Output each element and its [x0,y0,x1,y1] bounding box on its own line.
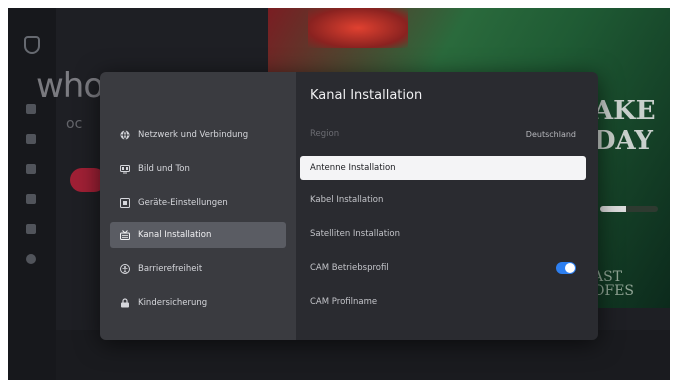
option-cam-profile-name[interactable]: CAM Profilname [300,290,586,314]
option-cable-installation[interactable]: Kabel Installation [300,188,586,212]
channel-installation-panel: Kanal Installation Region Deutschland An… [296,72,598,340]
library-icon [26,164,36,174]
region-value: Deutschland [525,129,576,139]
menu-item-label: Geräte-Einstellungen [138,198,228,208]
background-heading: who [36,66,104,106]
menu-item-device-settings[interactable]: Geräte-Einstellungen [110,190,286,216]
menu-item-label: Netzwerk und Verbindung [138,130,249,140]
option-satellite-installation[interactable]: Satelliten Installation [300,222,586,246]
menu-item-network[interactable]: Netzwerk und Verbindung [110,122,286,148]
lock-icon [120,298,130,308]
menu-item-picture-sound[interactable]: Bild und Ton [110,156,286,182]
menu-item-label: Kanal Installation [138,230,212,240]
cam-profile-toggle[interactable] [556,262,576,274]
menu-item-channel-installation[interactable]: Kanal Installation [110,222,286,248]
panel-title: Kanal Installation [310,88,423,103]
accessibility-icon [120,264,130,274]
option-label: CAM Profilname [310,297,378,307]
poster-highlight [308,8,408,48]
apps-icon [26,194,36,204]
option-antenna-installation[interactable]: Antenne Installation [300,156,586,180]
option-label: Kabel Installation [310,195,384,205]
settings-gear-icon [26,254,36,264]
poster-title: AKE DAY [593,96,656,156]
menu-item-label: Kindersicherung [138,298,208,308]
option-label: Region [310,129,340,139]
grid-icon [26,224,36,234]
poster-progress-fill [600,206,627,212]
globe-icon [120,130,130,140]
brand-logo-icon [24,36,40,54]
toggle-knob [565,263,575,273]
option-cam-operating-profile[interactable]: CAM Betriebsprofil [300,256,586,280]
rail-dot-icon [26,104,36,114]
background-subheading: oc [66,116,83,132]
picture-sound-icon [120,164,130,174]
antenna-icon [120,230,130,240]
settings-dialog: Netzwerk und Verbindung Bild und Ton Ger… [100,72,598,340]
option-region: Region Deutschland [300,122,586,146]
option-label: Satelliten Installation [310,229,400,239]
home-icon [26,134,36,144]
option-label: CAM Betriebsprofil [310,263,389,273]
device-settings-icon [120,198,130,208]
menu-item-label: Bild und Ton [138,164,190,174]
menu-item-accessibility[interactable]: Barrierefreiheit [110,256,286,282]
menu-item-label: Barrierefreiheit [138,264,203,274]
home-nav-rail [8,8,56,380]
poster-progress-bar [600,206,658,212]
poster-subtitle: AST OFES [593,269,635,299]
menu-item-parental-control[interactable]: Kindersicherung [110,290,286,316]
tv-screen: who oc AKE DAY AST OFES Netzwerk und Ver… [8,8,670,380]
settings-category-list: Netzwerk und Verbindung Bild und Ton Ger… [100,72,296,340]
option-label: Antenne Installation [310,163,396,173]
